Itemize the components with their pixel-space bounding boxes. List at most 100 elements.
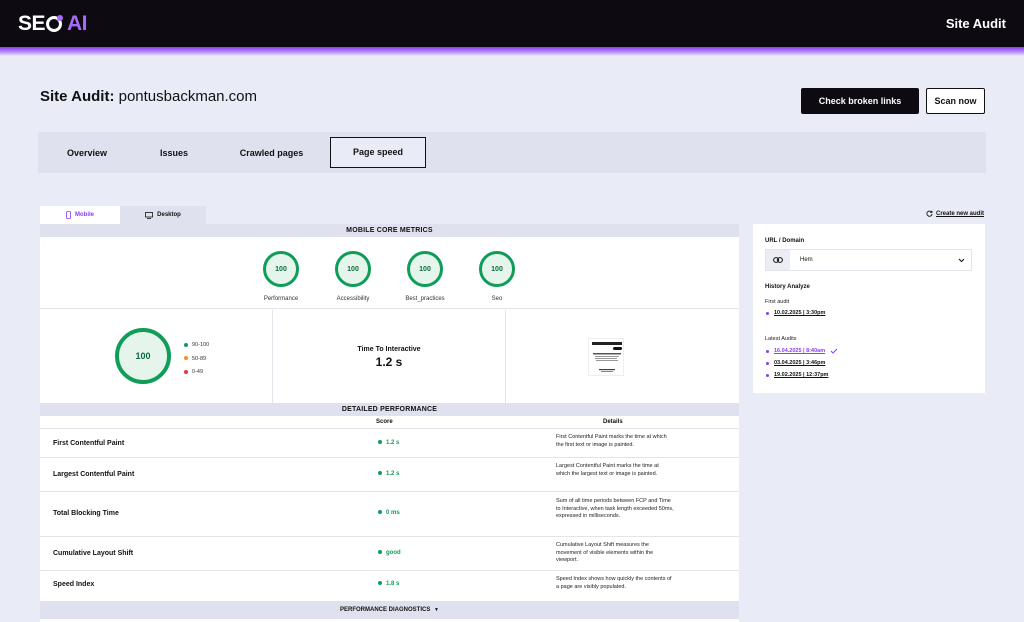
tab-crawled-pages[interactable]: Crawled pages [239,148,304,158]
page-screenshot-thumbnail[interactable] [588,338,624,376]
metric-name: First Contentful Paint [53,440,125,447]
history-panel: URL / Domain Hem History Analyze First a… [753,224,985,393]
url-domain-label: URL / Domain [765,238,805,244]
latest-audit-item[interactable]: 03.04.2025 | 3:46pm [766,360,825,366]
metric-accessibility: 100 Accessibility [318,251,388,302]
score-ring: 100 [263,251,299,287]
legend-item: 50-89 [184,353,209,367]
tab-issues[interactable]: Issues [159,148,189,158]
metric-name: Speed Index [53,581,95,588]
legend-item: 90-100 [184,339,209,353]
core-metrics-panel: MOBILE CORE METRICS 100 Performance 100 … [40,224,739,622]
summary-row: 100 90-100 50-89 0-49 Time To Interactiv… [40,310,739,403]
first-audit-label: First audit [765,299,790,305]
metric-best-practices: 100 Best_practices [390,251,460,302]
device-toggle: Mobile Desktop [40,206,206,224]
date-text: 10.02.2025 | 3:30pm [774,310,826,316]
logo[interactable]: SE AI [18,11,88,36]
date-text: 16.04.2025 | 8:40am [774,348,826,354]
metric-name: Cumulative Layout Shift [53,550,134,557]
first-audit-date[interactable]: 10.02.2025 | 3:30pm [766,310,825,316]
create-new-audit-link[interactable]: Create new audit [926,210,984,217]
table-row: First Contentful Paint 1.2 s First Conte… [40,429,739,458]
tab-bar: Overview Issues Crawled pages Page speed [38,132,986,173]
url-domain-value: Hem [800,257,813,263]
table-row: Total Blocking Time 0 ms Sum of all time… [40,492,739,537]
orange-dot-icon [184,356,188,361]
checkmark-icon [830,348,838,354]
tab-page-speed[interactable]: Page speed [330,137,426,168]
overall-score-ring: 100 [115,328,171,384]
url-domain-select[interactable]: Hem [765,249,972,271]
page-title: Site Audit: pontusbackman.com [40,88,257,105]
overall-score-cell: 100 90-100 50-89 0-49 [40,310,273,403]
metric-score: 1.8 s [378,581,399,587]
legend-label: 90-100 [192,342,210,348]
top-bar: SE AI Site Audit [0,0,1024,47]
history-analyze-label: History Analyze [765,284,810,290]
latest-audit-item[interactable]: 16.04.2025 | 8:40am [766,348,838,354]
metric-details: Sum of all time periods between FCP and … [556,498,674,519]
header-accent-stripe [0,47,1024,56]
scan-now-button[interactable]: Scan now [926,88,985,114]
score-value: 1.2 s [386,471,400,477]
score-value: 1.2 s [386,440,400,446]
metric-details: First Contentful Paint marks the time at… [556,434,667,448]
create-new-audit-label: Create new audit [936,210,985,217]
latest-audits-label: Latest Audits [765,336,797,342]
performance-diagnostics-toggle[interactable]: PERFORMANCE DIAGNOSTICS ▼ [40,601,739,619]
tti-value: 1.2 s [375,355,403,369]
metric-label: Performance [263,296,299,302]
performance-table: Score Details First Contentful Paint 1.2… [40,416,739,599]
logo-o-icon [46,14,64,32]
core-metrics-heading: MOBILE CORE METRICS [40,224,739,237]
status-dot-icon [378,550,382,555]
metric-name: Largest Contentful Paint [53,471,135,478]
metric-details: Cumulative Layout Shift measures the mov… [556,542,654,563]
metric-score: 1.2 s [378,440,399,446]
table-row: Cumulative Layout Shift good Cumulative … [40,537,739,571]
bullet-icon [766,349,769,353]
header-title: Site Audit [945,16,1006,31]
diagnostics-label: PERFORMANCE DIAGNOSTICS [340,607,431,613]
score-value: 1.8 s [386,581,400,587]
desktop-label: Desktop [157,212,181,218]
metric-details: Largest Contentful Paint marks the time … [556,463,659,477]
score-value: good [386,550,401,556]
page-title-domain: pontusbackman.com [118,88,258,105]
date-text: 03.04.2025 | 3:46pm [774,360,826,366]
table-header: Score Details [40,416,739,429]
page-preview-icon [592,342,622,372]
red-dot-icon [184,369,188,374]
check-broken-links-button[interactable]: Check broken links [801,88,919,114]
table-row: Largest Contentful Paint 1.2 s Largest C… [40,458,739,492]
tab-overview[interactable]: Overview [67,148,107,158]
detailed-performance-heading: DETAILED PERFORMANCE [40,403,739,416]
score-ring: 100 [479,251,515,287]
metric-circles: 100 Performance 100 Accessibility 100 Be… [40,237,739,309]
desktop-toggle[interactable]: Desktop [120,206,206,224]
metric-score: 0 ms [378,510,400,516]
metric-score: 1.2 s [378,471,399,477]
date-text: 19.02.2025 | 12:37pm [774,372,829,378]
tti-label: Time To Interactive [357,346,421,353]
link-icon [766,250,790,270]
legend-label: 0-49 [192,369,204,375]
metric-score: good [378,550,401,556]
latest-audit-item[interactable]: 19.02.2025 | 12:37pm [766,372,828,378]
score-value: 0 ms [386,510,400,516]
status-dot-icon [378,440,382,445]
score-ring: 100 [407,251,443,287]
logo-text: SE [18,11,46,35]
green-dot-icon [184,342,188,347]
metric-seo: 100 Seo [462,251,532,302]
page-title-prefix: Site Audit: [40,88,115,105]
logo-ai-text: AI [67,11,88,35]
metric-label: Seo [491,296,503,302]
legend-label: 50-89 [192,355,207,362]
chevron-down-icon [958,258,965,262]
table-row: Speed Index 1.8 s Speed Index shows how … [40,571,739,599]
score-ring: 100 [335,251,371,287]
metric-label: Accessibility [336,296,370,302]
mobile-toggle[interactable]: Mobile [40,206,120,224]
